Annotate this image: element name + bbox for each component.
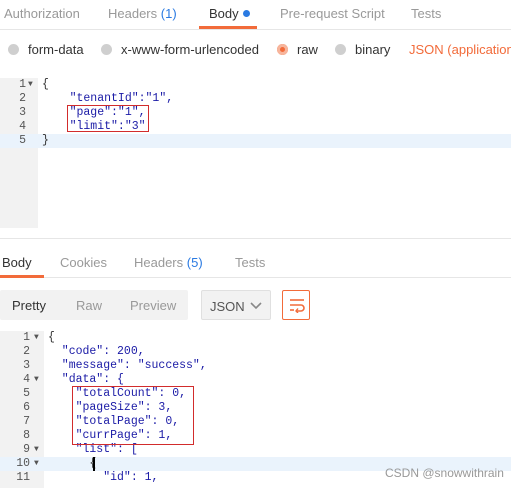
response-body-viewer[interactable]: 1 ▼ { 2 "code": 200, 3 "message": "success… — [0, 331, 511, 488]
code-text: { — [48, 331, 55, 344]
radio-selected-icon — [277, 44, 288, 55]
response-toolbar: Pretty Raw Preview JSON — [0, 284, 511, 328]
tab-response-tests[interactable]: Tests — [235, 255, 265, 270]
line-number: 3 — [19, 106, 26, 119]
code-text: "message": "success", — [48, 359, 207, 372]
preview-button[interactable]: Preview — [130, 298, 176, 313]
tab-authorization-label: Authorization — [4, 6, 80, 21]
code-text: "list": [ — [48, 443, 138, 456]
line-number: 8 — [23, 429, 30, 442]
line-number: 6 — [23, 401, 30, 414]
mode-binary[interactable]: binary — [335, 42, 390, 57]
editor-line: 2 "code": 200, — [0, 345, 511, 359]
mode-urlencoded-label: x-www-form-urlencoded — [121, 42, 259, 57]
active-tab-indicator — [0, 275, 44, 278]
body-mode-selector: form-data x-www-form-urlencoded raw bina… — [0, 30, 511, 72]
tab-response-headers[interactable]: Headers (5) — [134, 255, 203, 270]
radio-icon — [335, 44, 346, 55]
line-number: 2 — [23, 345, 30, 358]
tab-tests[interactable]: Tests — [411, 6, 441, 21]
request-tabs: Authorization Headers (1) Body Pre-reque… — [0, 0, 511, 30]
tab-headers-count: (1) — [160, 6, 177, 21]
editor-line: 9 ▼ "list": [ — [0, 443, 511, 457]
mode-form-data-label: form-data — [28, 42, 84, 57]
highlight-box — [67, 105, 149, 132]
tab-tests-label: Tests — [411, 6, 442, 21]
code-text: } — [42, 134, 49, 147]
watermark: CSDN @snowwithrain — [385, 466, 504, 480]
fold-arrow-icon[interactable]: ▼ — [28, 78, 33, 92]
mode-urlencoded[interactable]: x-www-form-urlencoded — [101, 42, 259, 57]
view-mode-segmented: Pretty Raw Preview — [0, 290, 188, 320]
request-body-editor[interactable]: 1 ▼{ 2 "tenantId":"1", 3 "page":"1", 4 "l… — [0, 78, 511, 228]
line-number: 3 — [23, 359, 30, 372]
format-dropdown-label: JSON — [210, 299, 245, 314]
mode-binary-label: binary — [355, 42, 391, 57]
line-number: 2 — [19, 92, 26, 105]
wrap-lines-button[interactable] — [282, 290, 310, 320]
code-text: { — [48, 457, 97, 470]
line-number: 1 — [19, 78, 26, 91]
editor-line: 1 ▼ { — [0, 331, 511, 345]
fold-arrow-icon[interactable]: ▼ — [34, 331, 39, 345]
tab-headers-label: Headers — [108, 6, 158, 21]
wrap-lines-icon — [290, 299, 305, 313]
raw-button[interactable]: Raw — [76, 298, 102, 313]
tab-response-headers-label: Headers — [134, 255, 184, 270]
content-type-dropdown[interactable]: JSON (application/j — [409, 42, 511, 57]
code-text: "id": 1, — [48, 471, 159, 484]
format-dropdown[interactable]: JSON — [201, 290, 271, 320]
text-cursor — [93, 457, 95, 471]
line-number: 7 — [23, 415, 30, 428]
mode-form-data[interactable]: form-data — [8, 42, 84, 57]
line-number: 4 — [19, 120, 26, 133]
active-tab-indicator — [199, 26, 257, 29]
tab-body[interactable]: Body — [209, 6, 250, 21]
fold-arrow-icon[interactable]: ▼ — [34, 443, 39, 457]
mode-raw[interactable]: raw — [277, 42, 318, 57]
tab-pre-request-label: Pre-request Script — [280, 6, 385, 21]
line-number: 10 — [16, 457, 30, 470]
fold-arrow-icon[interactable]: ▼ — [34, 373, 39, 387]
tab-response-body[interactable]: Body — [2, 255, 32, 270]
editor-line: 2 "tenantId":"1", — [0, 92, 511, 106]
code-text: { — [42, 78, 49, 91]
code-text: "tenantId":"1", — [42, 92, 174, 105]
editor-line: 3 "message": "success", — [0, 359, 511, 373]
response-tabs: Body Cookies Headers (5) Tests — [0, 238, 511, 278]
fold-arrow-icon[interactable]: ▼ — [34, 457, 39, 471]
line-number: 9 — [23, 443, 30, 456]
editor-line: 4 ▼ "data": { — [0, 373, 511, 387]
mode-raw-label: raw — [297, 42, 318, 57]
tab-response-headers-count: (5) — [186, 255, 203, 270]
modified-dot-icon — [242, 10, 250, 17]
code-text: "code": 200, — [48, 345, 145, 358]
radio-icon — [8, 44, 19, 55]
line-number: 5 — [23, 387, 30, 400]
highlight-box — [72, 386, 194, 445]
line-number: 1 — [23, 331, 30, 344]
radio-icon — [101, 44, 112, 55]
tab-headers[interactable]: Headers (1) — [108, 6, 177, 21]
tab-cookies[interactable]: Cookies — [60, 255, 107, 270]
tab-pre-request-script[interactable]: Pre-request Script — [280, 6, 385, 21]
code-text: "data": { — [48, 373, 124, 386]
editor-line: 1 ▼ { — [0, 78, 511, 92]
line-number: 4 — [23, 373, 30, 386]
editor-line-current: 5} — [0, 134, 511, 148]
line-number: 11 — [16, 471, 30, 484]
tab-body-label: Body — [209, 6, 239, 21]
line-number: 5 — [19, 134, 26, 147]
tab-authorization[interactable]: Authorization — [4, 6, 80, 21]
pretty-button[interactable]: Pretty — [12, 298, 46, 313]
chevron-down-icon — [250, 302, 262, 310]
